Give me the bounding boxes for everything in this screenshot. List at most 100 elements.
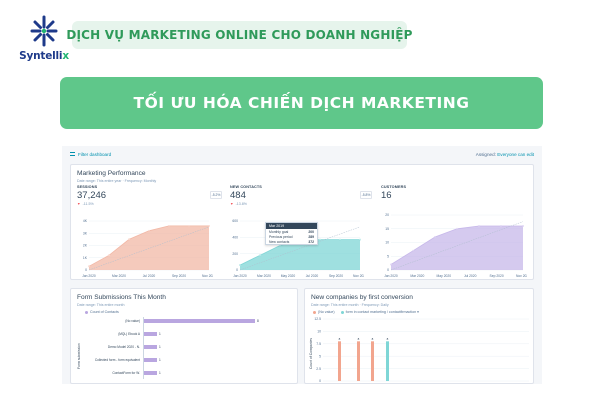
y-tick-label: 15 xyxy=(385,227,389,231)
down-triangle-icon: ▼ xyxy=(77,202,81,206)
y-tick-label: 200 xyxy=(232,252,238,256)
x-tick-label: Mar 2020 xyxy=(257,274,271,278)
sessions-compare-box: -5.2% xyxy=(210,191,222,199)
asterisk-burst-icon xyxy=(30,15,58,47)
y-tick-label: 5 xyxy=(387,254,389,258)
data-point xyxy=(128,238,130,241)
filter-icon xyxy=(70,152,75,156)
metric-sessions: SESSIONS 37,246 ▼ -11.5% xyxy=(77,185,107,206)
data-point xyxy=(148,229,150,232)
bar-row: Demo Model 2020 - N. 1 xyxy=(71,345,299,351)
series-area xyxy=(89,225,209,270)
x-tick-label: Jul 2020 xyxy=(464,274,477,278)
x-tick-label: Nov 2020 xyxy=(353,274,364,278)
bar xyxy=(143,332,157,336)
series-area xyxy=(391,226,523,270)
data-point xyxy=(434,236,436,238)
y-tick-label: 0 xyxy=(387,268,389,272)
bar xyxy=(357,341,360,381)
marketing-performance-card: Marketing Performance Date range: This e… xyxy=(70,164,534,280)
x-tick-label: May 2020 xyxy=(437,274,452,278)
bar-value: 8 xyxy=(257,319,259,323)
contacts-compare-box: -5.8% xyxy=(360,191,372,199)
bar-label: Demo Model 2020 - N. xyxy=(107,345,140,349)
y-tick-label: 7.5 xyxy=(316,342,321,346)
dashboard-toolbar: Filter dashboard Assigned: Everyone can … xyxy=(62,146,542,162)
x-tick-label: Jul 2020 xyxy=(143,274,156,278)
x-tick-label: Jul 2020 xyxy=(306,274,319,278)
data-point xyxy=(239,264,241,266)
bar xyxy=(371,341,374,381)
form-bar-chart: (No value) 8 (MQL) Ebook A 1 Demo Model 2020… xyxy=(71,289,299,384)
y-tick-label: 5 xyxy=(319,354,321,358)
y-tick-label: 10 xyxy=(317,330,321,334)
x-tick-label: Nov 2020 xyxy=(516,274,527,278)
data-point xyxy=(259,254,261,257)
bar-label: Collected form - form equivalent xyxy=(94,358,140,362)
data-point xyxy=(522,225,524,227)
bar-row: Collected form - form equivalent 1 xyxy=(71,358,299,364)
bar-value: 1 xyxy=(159,332,161,336)
bar-value: 8 xyxy=(339,337,341,341)
y-tick-label: 20 xyxy=(385,213,389,217)
y-tick-label: 12.5 xyxy=(314,317,321,321)
data-point xyxy=(390,263,392,266)
x-tick-label: Nov 2020 xyxy=(202,274,213,278)
customers-area-chart: 20 15 10 5 0 Jan 2020 Mar 2020 May 2020 Jul 2020… xyxy=(377,211,527,279)
bar-value: 8 xyxy=(387,337,389,341)
data-point xyxy=(339,238,341,241)
bar xyxy=(143,319,255,323)
x-tick-label: Sep 2020 xyxy=(490,274,504,278)
x-tick-label: Mar 2020 xyxy=(410,274,424,278)
filter-dashboard-link[interactable]: Filter dashboard xyxy=(70,152,111,157)
y-tick-label: 400 xyxy=(232,236,238,240)
data-point xyxy=(168,224,170,227)
y-tick-label: 10 xyxy=(385,241,389,245)
x-tick-label: Jan 2020 xyxy=(82,274,96,278)
x-tick-label: Sep 2020 xyxy=(172,274,186,278)
bar-row: ContactForm for W. 1 xyxy=(71,371,299,377)
brand-logo: Syntellix xyxy=(18,14,70,70)
bar-value: 8 xyxy=(372,337,374,341)
bar-row: (No value) 8 xyxy=(71,319,299,325)
data-point xyxy=(108,254,110,257)
tooltip-row: Previous period 289 xyxy=(269,234,314,239)
down-triangle-icon: ▼ xyxy=(230,202,234,206)
x-tick-label: Sep 2020 xyxy=(329,274,343,278)
y-tick-label: 0 xyxy=(319,379,321,383)
x-tick-label: May 2020 xyxy=(281,274,296,278)
bar-label: ContactForm for W. xyxy=(112,371,140,375)
sessions-area-chart: 4K 3K 2K 1K 0 Jan 2020 Mar 2020 Jul 2020 Sep 202… xyxy=(75,217,213,279)
companies-bar-chart: 12.5 10 7.5 5 2.5 0 8 8 8 8 xyxy=(305,289,535,384)
bar xyxy=(143,345,157,349)
bar xyxy=(338,341,341,381)
data-point xyxy=(319,238,321,241)
data-point xyxy=(208,224,210,227)
new-companies-card: New companies by first conversion Date r… xyxy=(304,288,534,384)
bar-value: 1 xyxy=(159,358,161,362)
tagline-text: DỊCH VỤ MARKETING ONLINE CHO DOANH NGHIỆ… xyxy=(66,28,413,42)
bar-axis xyxy=(143,317,144,379)
y-tick-label: 1K xyxy=(83,256,88,260)
bar-value: 1 xyxy=(159,371,161,375)
bar-label: (No value) xyxy=(125,319,140,323)
data-point xyxy=(500,225,502,227)
y-tick-label: 3K xyxy=(83,231,88,235)
form-submissions-card: Form Submissions This Month Date range: … xyxy=(70,288,298,384)
metric-customers: CUSTOMERS 16 xyxy=(381,185,407,201)
page: Syntellix DỊCH VỤ MARKETING ONLINE CHO D… xyxy=(0,0,594,420)
tagline-pill: DỊCH VỤ MARKETING ONLINE CHO DOANH NGHIỆ… xyxy=(66,21,412,49)
y-tick-label: 0 xyxy=(85,268,87,272)
headline-text: TỐI ƯU HÓA CHIẾN DỊCH MARKETING xyxy=(133,94,470,112)
data-point xyxy=(88,265,90,268)
data-point xyxy=(412,249,414,252)
metric-new-contacts: NEW CONTACTS 484 ▼ -13.8% xyxy=(230,185,262,206)
data-point xyxy=(359,238,361,241)
bar-value: 8 xyxy=(358,337,360,341)
area-chart-svg: 4K 3K 2K 1K 0 Jan 2020 Mar 2020 Jul 2020 Sep 202… xyxy=(82,219,213,278)
bar xyxy=(143,358,157,362)
assigned-link[interactable]: Everyone can edit xyxy=(497,152,534,157)
data-point xyxy=(279,244,281,247)
brand-name: Syntellix xyxy=(19,50,69,62)
x-tick-label: Jan 2020 xyxy=(384,274,398,278)
